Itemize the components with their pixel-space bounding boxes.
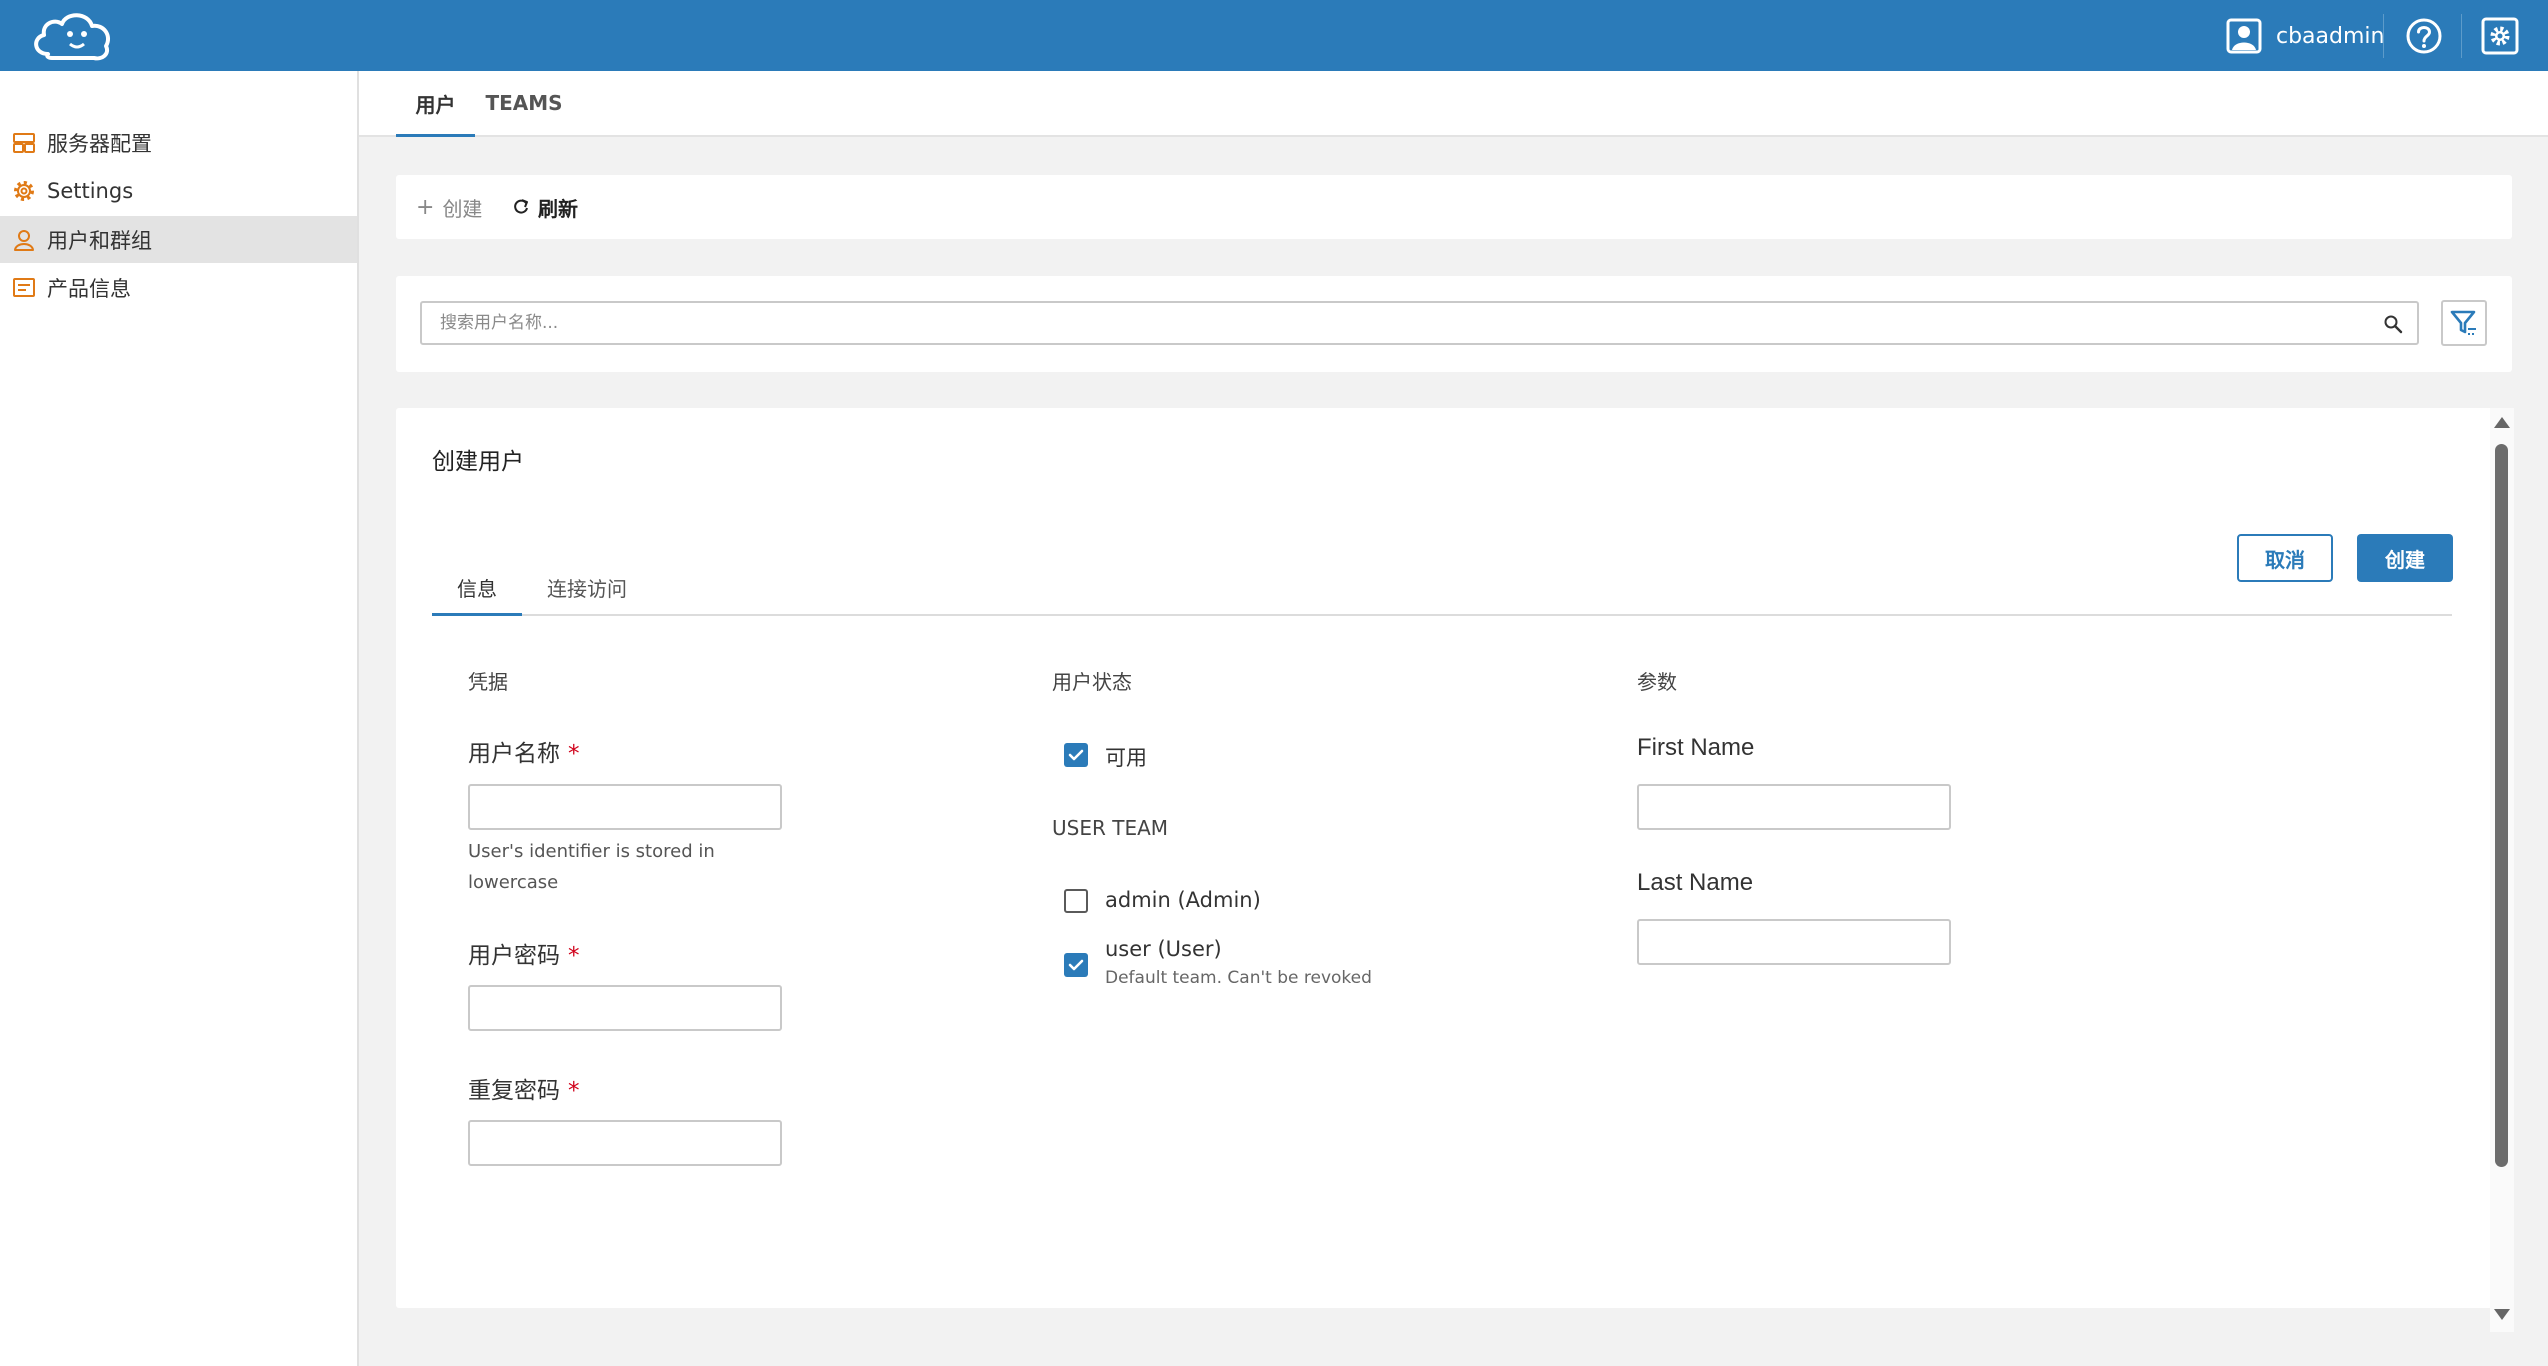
username-label-text: 用户名称	[468, 741, 560, 767]
filter-button[interactable]	[2441, 300, 2487, 346]
server-config-icon	[13, 132, 35, 153]
password-label-text: 用户密码	[468, 943, 560, 969]
username-label: 用户名称 *	[468, 734, 580, 768]
sidebar-item-server-config[interactable]: 服务器配置	[0, 119, 357, 166]
actions-bar: + 创建 刷新	[396, 175, 2512, 239]
team-admin-label: admin (Admin)	[1105, 888, 1261, 912]
last-name-field[interactable]	[1637, 919, 1951, 965]
tab-users[interactable]: 用户	[396, 71, 475, 137]
user-status-heading: 用户状态	[1052, 670, 1132, 694]
repeat-password-field[interactable]	[468, 1120, 782, 1166]
form-tabs: 信息 连接访问	[432, 560, 2452, 616]
username-field[interactable]	[468, 784, 782, 830]
team-admin-checkbox[interactable]	[1064, 889, 1088, 913]
main-tabs: 用户 TEAMS	[359, 71, 2548, 137]
check-icon	[1068, 959, 1084, 971]
create-user-panel: 创建用户 信息 连接访问 取消 创建 凭据 用户名称 * User's ident…	[396, 408, 2512, 1308]
filter-icon	[2450, 310, 2476, 335]
last-name-label: Last Name	[1637, 869, 1754, 896]
params-heading: 参数	[1637, 670, 1677, 694]
scrollbar-thumb[interactable]	[2495, 444, 2508, 1167]
enabled-checkbox[interactable]	[1064, 743, 1088, 767]
sidebar-item-label: 产品信息	[47, 276, 131, 301]
first-name-label: First Name	[1637, 734, 1755, 761]
top-bar: cbaadmin	[0, 0, 2548, 71]
user-menu[interactable]: cbaadmin	[2226, 18, 2384, 54]
sidebar-item-product-info[interactable]: 产品信息	[0, 264, 357, 311]
password-label: 用户密码 *	[468, 936, 580, 970]
search-panel	[396, 276, 2512, 372]
help-icon[interactable]	[2405, 17, 2443, 55]
sidebar: 服务器配置 Settings 用户和群组 产品信息	[0, 71, 359, 1366]
search-icon[interactable]	[2383, 314, 2403, 334]
create-user-button[interactable]: 创建	[2357, 534, 2453, 582]
required-mark: *	[568, 741, 580, 767]
required-mark: *	[568, 943, 580, 969]
user-avatar-icon	[2226, 18, 2262, 54]
username: cbaadmin	[2276, 23, 2385, 49]
tab-info[interactable]: 信息	[432, 560, 522, 616]
scroll-down-arrow[interactable]	[2494, 1309, 2510, 1320]
refresh-icon	[514, 199, 528, 214]
product-info-icon	[13, 277, 35, 297]
credentials-heading: 凭据	[468, 670, 508, 694]
password-field[interactable]	[468, 985, 782, 1031]
gear-icon	[14, 180, 34, 201]
scroll-up-arrow[interactable]	[2494, 417, 2510, 428]
search-input[interactable]	[422, 303, 2380, 343]
user-icon	[14, 229, 34, 251]
cancel-button[interactable]: 取消	[2237, 534, 2333, 582]
tab-teams[interactable]: TEAMS	[484, 71, 564, 135]
plus-icon: +	[416, 194, 435, 220]
team-user-label: user (User)	[1105, 937, 1222, 961]
form-title: 创建用户	[432, 449, 524, 475]
check-icon	[1068, 749, 1084, 761]
settings-icon[interactable]	[2481, 17, 2519, 55]
repeat-password-label-text: 重复密码	[468, 1078, 560, 1104]
repeat-password-label: 重复密码 *	[468, 1071, 580, 1105]
create-button[interactable]: + 创建	[416, 175, 482, 239]
first-name-field[interactable]	[1637, 784, 1951, 830]
username-hint: User's identifier is stored in lowercase	[468, 841, 715, 893]
sidebar-item-users-groups[interactable]: 用户和群组	[0, 216, 357, 263]
sidebar-item-label: Settings	[47, 178, 134, 203]
tab-connection-access[interactable]: 连接访问	[532, 560, 642, 614]
user-team-heading: USER TEAM	[1052, 816, 1169, 840]
team-user-note: Default team. Can't be revoked	[1105, 968, 1372, 988]
search-box	[420, 301, 2419, 345]
divider	[2461, 14, 2462, 58]
enabled-label: 可用	[1105, 746, 1147, 770]
cloud-mascot-logo[interactable]	[26, 4, 116, 66]
refresh-label: 刷新	[538, 196, 578, 221]
sidebar-item-label: 用户和群组	[47, 228, 152, 253]
create-label: 创建	[442, 196, 483, 221]
sidebar-item-label: 服务器配置	[47, 131, 152, 156]
sidebar-item-settings[interactable]: Settings	[0, 167, 357, 214]
refresh-button[interactable]: 刷新	[512, 175, 578, 239]
divider	[2383, 14, 2384, 58]
required-mark: *	[568, 1078, 580, 1104]
team-user-checkbox[interactable]	[1064, 953, 1088, 977]
